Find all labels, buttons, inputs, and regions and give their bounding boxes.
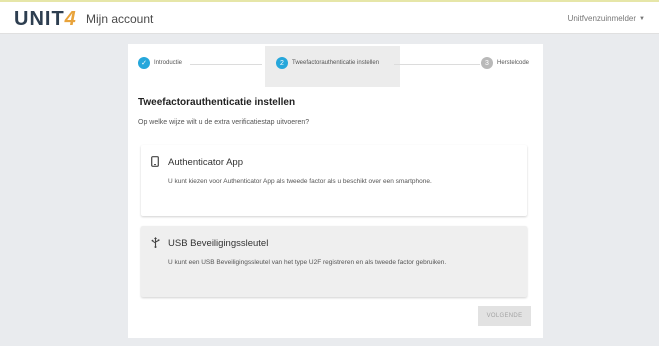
page-title: Tweefactorauthenticatie instellen [138,97,296,108]
option-title: USB Beveiligingssleutel [168,238,269,249]
option-authenticator-app[interactable]: Authenticator App U kunt kiezen voor Aut… [141,145,527,216]
option-description: U kunt een USB Beveiligingssleutel van h… [168,259,447,266]
step-introductie: ✓ Introductie [138,57,182,69]
check-icon: ✓ [138,57,150,69]
step-label: Tweefactorauthenticatie instellen [292,60,380,66]
app-title: Mijn account [86,12,154,26]
step-number: 2 [276,57,288,69]
step-tweefactor: 2 Tweefactorauthenticatie instellen [276,57,379,69]
chevron-down-icon: ▼ [639,15,645,22]
option-description: U kunt kiezen voor Authenticator App als… [168,178,432,185]
user-name: Unitfvenzuinmelder [567,14,637,23]
logo-text: UNIT4 [14,8,77,30]
unit4-logo[interactable]: UNIT4 [14,8,77,30]
step-herstelcode: 3 Herstelcode [481,57,529,69]
step-label: Herstelcode [497,60,530,66]
option-title: Authenticator App [168,157,243,168]
question-text: Op welke wijze wilt u de extra verificat… [138,119,310,126]
top-bar: UNIT4 Mijn account Unitfvenzuinmelder ▼ [0,0,659,34]
user-menu[interactable]: Unitfvenzuinmelder ▼ [568,14,645,23]
step-connector [394,64,480,65]
setup-card: ✓ Introductie 2 Tweefactorauthenticatie … [128,44,543,338]
option-usb-key[interactable]: USB Beveiligingssleutel U kunt een USB B… [141,226,527,297]
step-label: Introductie [154,60,183,66]
smartphone-icon [151,156,159,170]
next-button[interactable]: VOLGENDE [478,306,531,326]
usb-icon [151,237,160,251]
step-connector [190,64,262,65]
stepper: ✓ Introductie 2 Tweefactorauthenticatie … [128,44,543,87]
step-number: 3 [481,57,493,69]
